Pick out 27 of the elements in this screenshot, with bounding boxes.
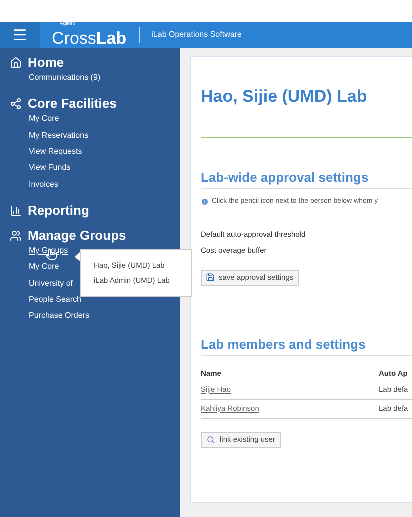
home-icon	[10, 57, 22, 69]
sidebar-link[interactable]: View Requests	[29, 146, 82, 158]
sidebar-link[interactable]: Purchase Orders	[29, 310, 90, 322]
sidebar-link[interactable]: University of	[29, 278, 74, 290]
sidebar-link[interactable]: My Core	[29, 113, 60, 126]
section-heading[interactable]: Reporting	[28, 204, 90, 218]
floppy-icon	[206, 273, 215, 282]
section-heading[interactable]: Core Facilities	[28, 97, 117, 112]
info-icon	[201, 198, 209, 206]
search-icon	[207, 436, 215, 444]
sidebar-link[interactable]: People Search	[29, 294, 82, 306]
sidebar-link[interactable]: My Core	[29, 261, 60, 274]
section-heading: Lab members and settings	[201, 336, 367, 352]
menu-button[interactable]	[0, 22, 40, 48]
sidebar-link[interactable]: Communications (9)	[29, 72, 101, 84]
product-name: iLab Operations Software	[152, 29, 242, 41]
chart-icon	[10, 204, 22, 217]
page-title: Hao, Sijie (UMD) Lab	[201, 87, 368, 107]
menu-icon	[12, 27, 28, 43]
sidebar-link[interactable]: Invoices	[29, 178, 58, 191]
sidebar-link[interactable]: My Reservations	[29, 130, 89, 142]
share-icon	[10, 98, 22, 110]
section-heading[interactable]: Manage Groups	[28, 228, 126, 243]
users-icon	[10, 230, 22, 242]
section-heading: Lab-wide approval settings	[201, 170, 370, 186]
section-heading[interactable]: Home	[28, 56, 64, 70]
sidebar-link[interactable]: View Funds	[29, 162, 71, 174]
